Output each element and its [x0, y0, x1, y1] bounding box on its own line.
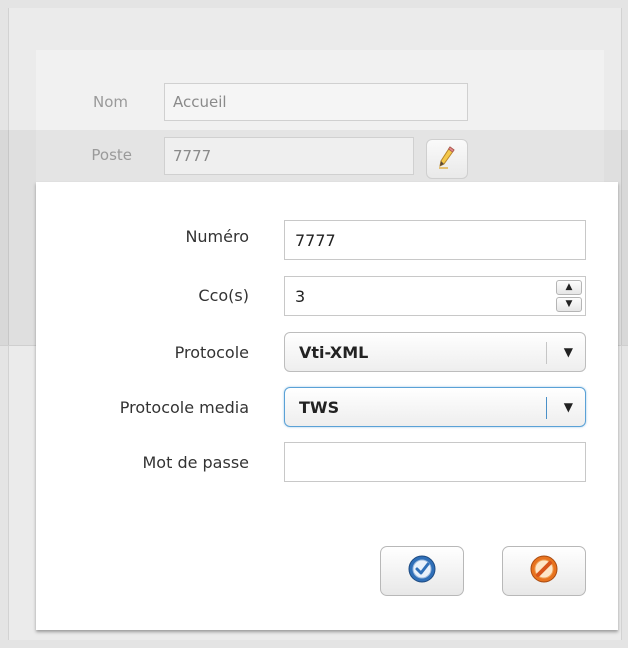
- edit-poste-button[interactable]: [426, 139, 468, 179]
- pencil-icon: [436, 144, 458, 174]
- cco-label: Cco(s): [198, 286, 249, 305]
- poste-field[interactable]: 7777: [164, 137, 414, 175]
- protocole-media-label: Protocole media: [119, 398, 249, 417]
- cancel-icon: [529, 554, 559, 588]
- numero-value: 7777: [295, 230, 336, 250]
- cco-spinner: ▲ ▼: [556, 280, 582, 312]
- chevron-down-icon: ▼: [563, 400, 573, 414]
- nom-field[interactable]: Accueil: [164, 83, 468, 121]
- password-input[interactable]: [284, 442, 586, 482]
- password-label: Mot de passe: [142, 453, 249, 472]
- nom-label: Nom: [92, 93, 128, 111]
- triangle-down-icon: ▼: [565, 299, 573, 309]
- cco-stepper[interactable]: 3 ▲ ▼: [284, 276, 586, 316]
- chevron-down-icon: ▼: [563, 345, 573, 359]
- spin-up-button[interactable]: ▲: [556, 280, 582, 295]
- numero-input[interactable]: 7777: [284, 220, 586, 260]
- cco-value: 3: [295, 286, 306, 306]
- cancel-button[interactable]: [502, 546, 586, 596]
- select-separator: [546, 342, 547, 364]
- protocole-media-select[interactable]: TWS ▼: [284, 387, 586, 427]
- spin-down-button[interactable]: ▼: [556, 297, 582, 312]
- poste-label: Poste: [91, 146, 132, 164]
- edit-dialog: Numéro 7777 Cco(s) 3 ▲ ▼ Protocole Vti-X…: [36, 182, 618, 630]
- protocole-value: Vti-XML: [299, 342, 369, 362]
- triangle-up-icon: ▲: [565, 282, 573, 292]
- select-separator: [546, 397, 547, 419]
- protocole-select[interactable]: Vti-XML ▼: [284, 332, 586, 372]
- numero-label: Numéro: [185, 227, 249, 246]
- confirm-check-icon: [407, 554, 437, 588]
- protocole-label: Protocole: [174, 343, 249, 362]
- protocole-media-value: TWS: [299, 397, 340, 417]
- confirm-button[interactable]: [380, 546, 464, 596]
